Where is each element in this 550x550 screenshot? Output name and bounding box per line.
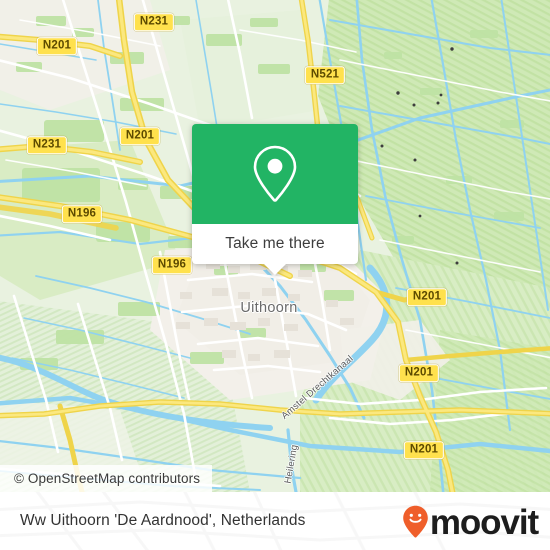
- road-shield: N201: [36, 37, 78, 55]
- road-shield: N521: [304, 66, 346, 84]
- road-shield: N201: [398, 364, 440, 382]
- moovit-smiling-pin-icon: [403, 505, 428, 537]
- road-shield: N231: [26, 136, 68, 154]
- osm-attribution-text: © OpenStreetMap contributors: [14, 471, 201, 486]
- callout-action-panel[interactable]: Take me there: [192, 224, 358, 264]
- osm-attribution[interactable]: © OpenStreetMap contributors: [0, 465, 213, 492]
- map-share-screen: N231 N201 N231 N201 N521 N196 N196 N201 …: [0, 0, 550, 550]
- road-shield: N201: [406, 288, 448, 306]
- take-me-there-callout[interactable]: Take me there: [192, 124, 358, 275]
- take-me-there-label: Take me there: [225, 235, 325, 252]
- road-shield: N231: [133, 13, 175, 31]
- callout-pointer-tail: [264, 263, 286, 275]
- road-shield: N201: [119, 127, 161, 145]
- road-shield: N196: [151, 256, 193, 274]
- moovit-wordmark: moovit: [429, 502, 539, 542]
- location-caption: Ww Uithoorn 'De Aardnood', Netherlands: [20, 512, 306, 529]
- road-shield: N201: [403, 441, 445, 459]
- moovit-logo[interactable]: moovit: [402, 502, 539, 542]
- footer-bar: Ww Uithoorn 'De Aardnood', Netherlands m…: [0, 492, 550, 550]
- road-shield: N196: [61, 205, 103, 223]
- map-pin-icon: [253, 145, 297, 202]
- callout-icon-panel: [192, 124, 358, 224]
- map-viewport[interactable]: N231 N201 N231 N201 N521 N196 N196 N201 …: [0, 0, 550, 492]
- place-label-uithoorn: Uithoorn: [240, 300, 298, 316]
